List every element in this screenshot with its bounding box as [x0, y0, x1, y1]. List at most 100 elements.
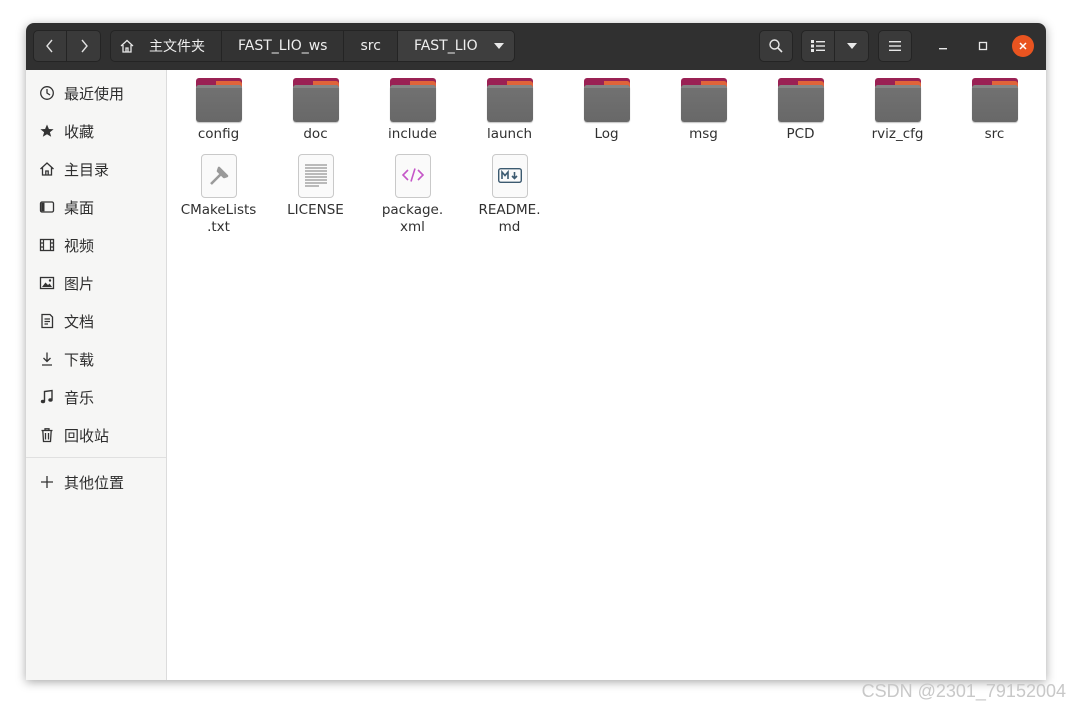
caret-down-icon	[846, 43, 857, 49]
folder-label: doc	[303, 126, 328, 142]
forward-button[interactable]	[67, 30, 101, 62]
chevron-right-icon	[80, 39, 88, 53]
folder-label: PCD	[786, 126, 815, 142]
folder-icon	[874, 78, 921, 122]
folder-item[interactable]: config	[170, 78, 267, 143]
sidebar-item-downloads[interactable]: 下载	[26, 343, 166, 375]
folder-item[interactable]: doc	[267, 78, 364, 143]
star-icon	[39, 123, 55, 139]
sidebar-item-label: 音乐	[64, 388, 95, 407]
file-item[interactable]: LICENSE	[267, 152, 364, 219]
file-item[interactable]: package. xml	[364, 152, 461, 236]
folder-label: Log	[594, 126, 619, 142]
headerbar: 主文件夹 FAST_LIO_ws src FAST_LIO	[26, 23, 1046, 70]
sidebar-item-label: 桌面	[64, 198, 95, 217]
sidebar-item-label: 图片	[64, 274, 95, 293]
markdown-file-icon	[491, 154, 528, 198]
sidebar-item-recent[interactable]: 最近使用	[26, 77, 166, 109]
desktop-icon	[39, 199, 55, 215]
back-button[interactable]	[33, 30, 67, 62]
sidebar-item-label: 收藏	[64, 122, 95, 141]
menu-button[interactable]	[878, 30, 912, 62]
breadcrumb: 主文件夹 FAST_LIO_ws src FAST_LIO	[110, 30, 515, 62]
maximize-button[interactable]	[972, 35, 994, 57]
download-icon	[39, 351, 55, 367]
list-view-button[interactable]	[801, 30, 835, 62]
maximize-icon	[978, 41, 988, 51]
music-icon	[39, 389, 55, 405]
video-icon	[39, 237, 55, 253]
folder-item[interactable]: Log	[558, 78, 655, 143]
folder-icon	[486, 78, 533, 122]
file-item[interactable]: CMakeLists .txt	[170, 152, 267, 236]
file-label: package. xml	[381, 202, 444, 235]
sidebar-item-videos[interactable]: 视频	[26, 229, 166, 261]
folder-label: msg	[689, 126, 718, 142]
close-button[interactable]	[1012, 35, 1034, 57]
breadcrumb-item[interactable]: src	[344, 30, 398, 62]
sidebar-item-starred[interactable]: 收藏	[26, 115, 166, 147]
document-icon	[39, 313, 55, 329]
sidebar-item-label: 主目录	[64, 160, 110, 179]
trash-icon	[39, 427, 55, 443]
home-icon	[39, 161, 55, 177]
breadcrumb-home[interactable]: 主文件夹	[110, 30, 222, 62]
xml-file-icon	[394, 154, 431, 198]
caret-down-icon	[493, 43, 504, 49]
sidebar-item-label: 文档	[64, 312, 95, 331]
sidebar-item-desktop[interactable]: 桌面	[26, 191, 166, 223]
text-file-icon	[297, 154, 334, 198]
file-label: CMakeLists .txt	[180, 202, 257, 235]
folder-label: config	[197, 126, 240, 142]
folder-label: rviz_cfg	[871, 126, 924, 142]
folder-item[interactable]: msg	[655, 78, 752, 143]
chevron-left-icon	[46, 39, 53, 53]
sidebar-item-music[interactable]: 音乐	[26, 381, 166, 413]
close-icon	[1019, 42, 1027, 50]
file-label: README. md	[478, 202, 541, 235]
file-view[interactable]: config doc include launch Log msg PCD rv…	[167, 70, 1046, 680]
breadcrumb-current[interactable]: FAST_LIO	[397, 30, 515, 62]
sidebar-item-label: 最近使用	[64, 84, 125, 103]
cmake-file-icon	[200, 154, 237, 198]
picture-icon	[39, 275, 55, 291]
sidebar-item-documents[interactable]: 文档	[26, 305, 166, 337]
breadcrumb-label: FAST_LIO	[413, 38, 478, 54]
home-icon	[119, 38, 135, 54]
sidebar-separator	[26, 457, 166, 458]
folder-item[interactable]: launch	[461, 78, 558, 143]
folder-label: src	[984, 126, 1005, 142]
folder-label: launch	[486, 126, 533, 142]
folder-item[interactable]: src	[946, 78, 1043, 143]
folder-icon	[583, 78, 630, 122]
sidebar-item-label: 视频	[64, 236, 95, 255]
folder-icon	[195, 78, 242, 122]
folder-icon	[292, 78, 339, 122]
sidebar-item-label: 下载	[64, 350, 95, 369]
sidebar-item-pictures[interactable]: 图片	[26, 267, 166, 299]
file-item[interactable]: README. md	[461, 152, 558, 236]
folder-item[interactable]: PCD	[752, 78, 849, 143]
sidebar-item-trash[interactable]: 回收站	[26, 419, 166, 451]
list-view-icon	[811, 40, 825, 52]
folder-icon	[971, 78, 1018, 122]
sidebar-item-label: 回收站	[64, 426, 110, 445]
folder-item[interactable]: rviz_cfg	[849, 78, 946, 143]
view-options-button[interactable]	[835, 30, 869, 62]
sidebar-item-home[interactable]: 主目录	[26, 153, 166, 185]
file-manager-window: 主文件夹 FAST_LIO_ws src FAST_LIO 最近使用 收藏 主目…	[26, 23, 1046, 680]
breadcrumb-item[interactable]: FAST_LIO_ws	[222, 30, 345, 62]
hamburger-menu-icon	[889, 41, 901, 51]
sidebar-item-label: 其他位置	[64, 473, 125, 492]
sidebar-item-other-locations[interactable]: 其他位置	[26, 466, 166, 498]
folder-item[interactable]: include	[364, 78, 461, 143]
sidebar: 最近使用 收藏 主目录 桌面 视频 图片 文档 下载 音乐 回收站 其他位置	[26, 70, 167, 680]
plus-icon	[39, 474, 55, 490]
folder-icon	[389, 78, 436, 122]
watermark: CSDN @2301_79152004	[861, 681, 1066, 701]
folder-icon	[777, 78, 824, 122]
clock-icon	[39, 85, 55, 101]
search-icon	[769, 39, 783, 53]
search-button[interactable]	[759, 30, 793, 62]
minimize-button[interactable]	[932, 35, 954, 57]
